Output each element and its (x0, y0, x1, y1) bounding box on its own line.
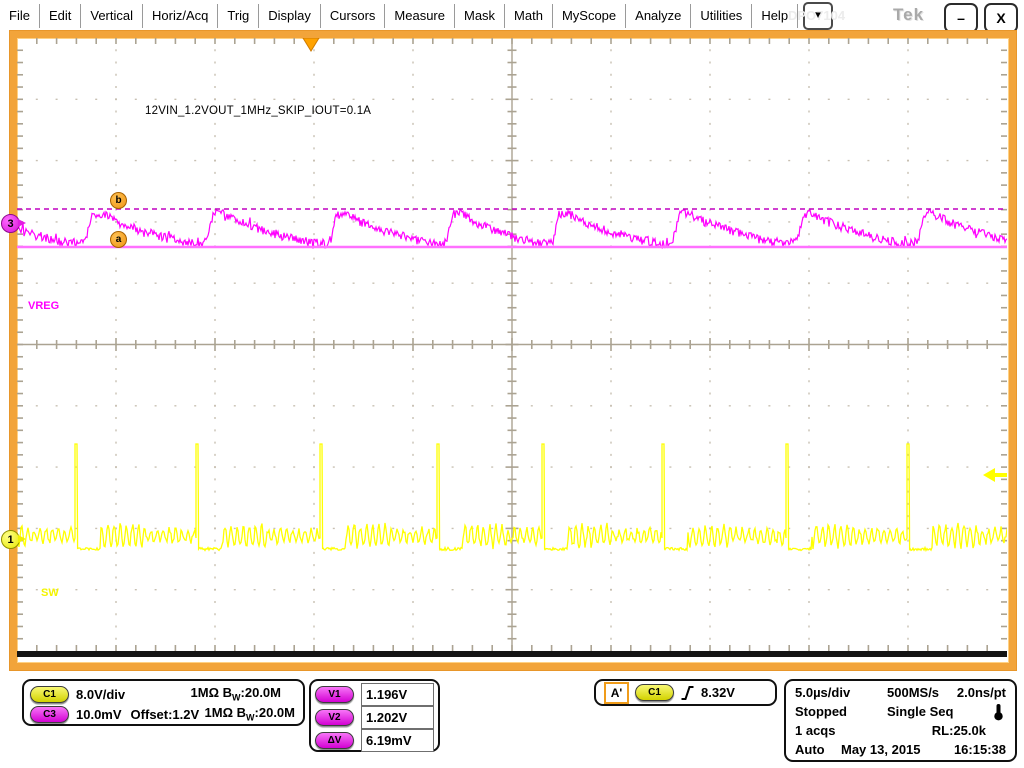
grid (17, 38, 1007, 651)
cursor-readout-box: V1 1.196V V2 1.202V ΔV 6.19mV (309, 679, 440, 752)
plot-area[interactable]: 12VIN_1.2VOUT_1MHz_SKIP_IOUT=0.1A VREG S… (17, 38, 1007, 651)
cursor-pill-v1[interactable]: V1 (315, 686, 354, 703)
trigger-source-badge[interactable]: A' (604, 682, 629, 704)
cursor-value: 6.19mV (361, 729, 434, 752)
channel-1-badge[interactable]: 1 (1, 530, 20, 549)
menu-item-myscope[interactable]: MyScope (553, 0, 625, 31)
tek-logo: Tek (893, 5, 924, 25)
menu-item-analyze[interactable]: Analyze (626, 0, 690, 31)
cursor-b-handle[interactable]: b (110, 192, 127, 209)
ch3-bw: BW:20.0M (237, 705, 295, 720)
ch1-pill[interactable]: C1 (30, 686, 69, 703)
acq-state: Stopped (795, 704, 887, 719)
menu-item-vertical[interactable]: Vertical (81, 0, 142, 31)
timebase: 5.0µs/div (795, 685, 887, 700)
cursor-readout-row: V1 1.196V (315, 683, 434, 706)
menu-item-utilities[interactable]: Utilities (691, 0, 751, 31)
trigger-position-marker[interactable] (303, 38, 319, 51)
channel-1-arrow-icon (18, 535, 26, 543)
model-label: DPO7104 (788, 8, 845, 23)
menu-bar: FileEditVerticalHoriz/AcqTrigDisplayCurs… (0, 0, 1024, 31)
menu-item-trig[interactable]: Trig (218, 0, 258, 31)
ch1-impedance: 1MΩ (191, 685, 219, 700)
date-label: May 13, 2015 (841, 742, 921, 757)
ch3-offset: Offset:1.2V (131, 707, 200, 722)
time-label: 16:15:38 (954, 742, 1006, 757)
annotation-text: 12VIN_1.2VOUT_1MHz_SKIP_IOUT=0.1A (145, 105, 371, 117)
cursor-readout-row: ΔV 6.19mV (315, 729, 434, 752)
menu-item-file[interactable]: File (0, 0, 39, 31)
rising-edge-icon (680, 685, 695, 701)
menu-item-horizacq[interactable]: Horiz/Acq (143, 0, 217, 31)
record-bar (17, 651, 1007, 657)
sw-trace-label: SW (41, 587, 59, 599)
trigger-mode: Auto (795, 742, 841, 757)
menu-item-math[interactable]: Math (505, 0, 552, 31)
cursor-value: 1.202V (361, 706, 434, 729)
vertical-readout-box: C1 8.0V/div 1MΩ BW:20.0M C3 10.0mV Offse… (22, 679, 305, 726)
trigger-level: 8.32V (701, 685, 735, 700)
channel-3-number: 3 (7, 218, 13, 230)
acq-count: 1 acqs (795, 723, 835, 738)
cursor-readout-row: V2 1.202V (315, 706, 434, 729)
horizontal-readout-box: 5.0µs/div 500MS/s 2.0ns/pt Stopped Singl… (784, 679, 1017, 762)
vreg-trace-label: VREG (28, 300, 59, 312)
channel-1-number: 1 (7, 534, 13, 546)
menu-item-measure[interactable]: Measure (385, 0, 454, 31)
ch1-bw: BW:20.0M (223, 685, 281, 700)
cursor-a-handle[interactable]: a (110, 231, 127, 248)
menu-item-display[interactable]: Display (259, 0, 320, 31)
oscilloscope-screen: FileEditVerticalHoriz/AcqTrigDisplayCurs… (0, 0, 1024, 768)
channel-3-badge[interactable]: 3 (1, 214, 20, 233)
waveform-canvas (17, 38, 1007, 651)
sample-rate: 500MS/s (887, 685, 939, 700)
ch3-impedance: 1MΩ (205, 705, 233, 720)
menu-item-cursors[interactable]: Cursors (321, 0, 385, 31)
record-length: RL:25.0k (932, 723, 986, 738)
trigger-level-arrow[interactable] (983, 468, 995, 482)
sample-resolution: 2.0ns/pt (957, 685, 1006, 700)
trigger-readout-box: A' C1 8.32V (594, 679, 777, 706)
cursor-pill-v2[interactable]: V2 (315, 709, 354, 726)
menu-item-edit[interactable]: Edit (40, 0, 80, 31)
acq-mode: Single Seq (887, 704, 953, 719)
cursor-pill-v[interactable]: ΔV (315, 732, 354, 749)
ch3-pill[interactable]: C3 (30, 706, 69, 723)
close-button[interactable]: X (984, 3, 1018, 33)
ch3-scale: 10.0mV (76, 707, 122, 722)
menu-item-mask[interactable]: Mask (455, 0, 504, 31)
cursor-value: 1.196V (361, 683, 434, 706)
channel-3-arrow-icon (18, 219, 26, 227)
minimize-button[interactable]: – (944, 3, 978, 33)
trigger-channel-pill[interactable]: C1 (635, 684, 674, 701)
ch1-scale: 8.0V/div (76, 687, 125, 702)
